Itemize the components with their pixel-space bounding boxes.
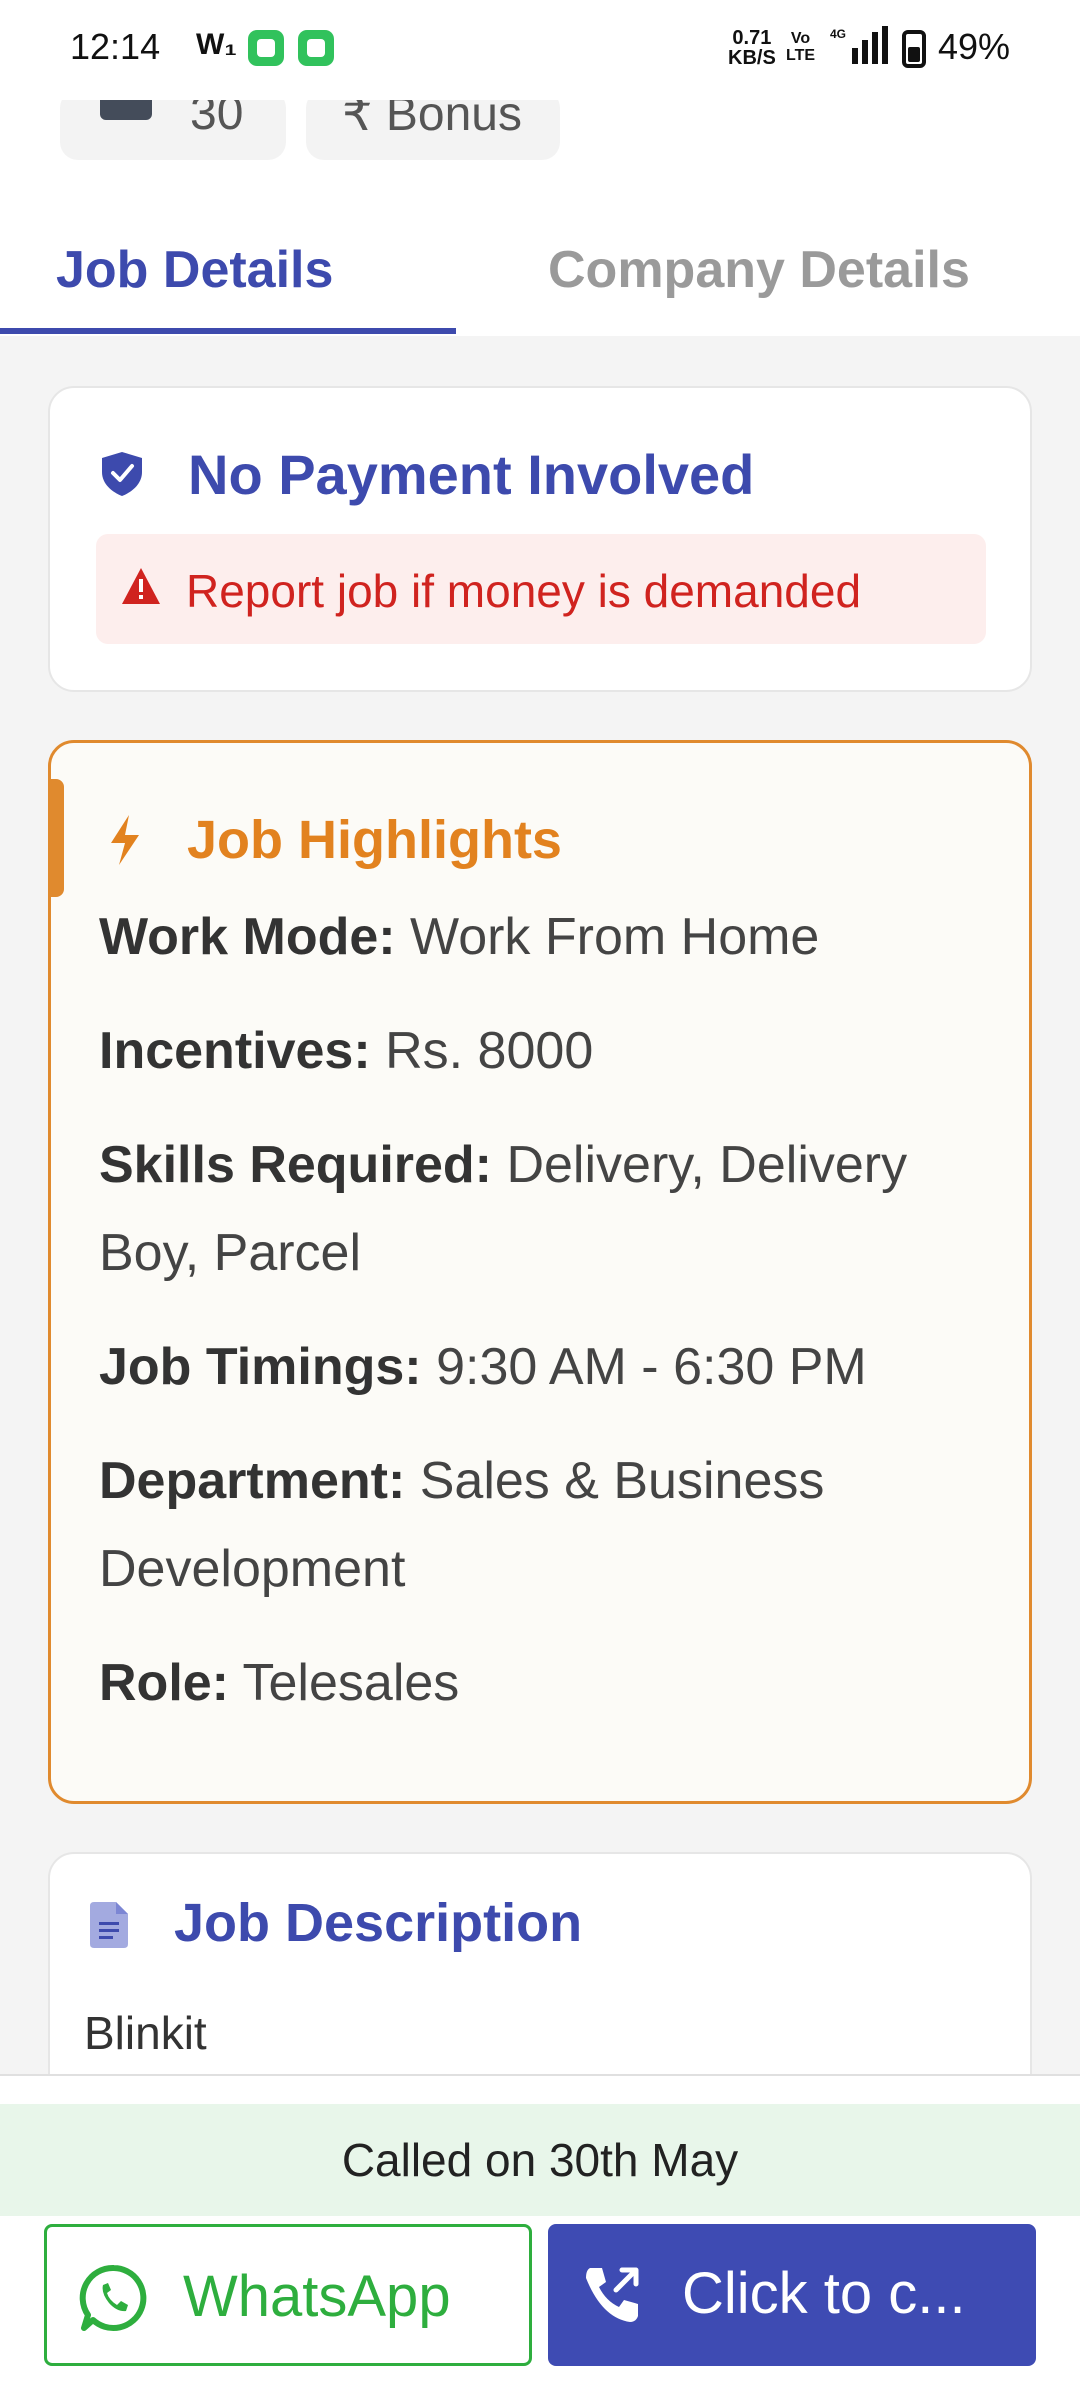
- highlight-incentives: Incentives: Rs. 8000: [99, 1007, 999, 1095]
- svg-text:4G: 4G: [830, 27, 846, 41]
- description-text: Blinkit: [84, 2007, 207, 2059]
- whatsapp-button[interactable]: WhatsApp: [44, 2224, 532, 2366]
- highlight-skills: Skills Required: Delivery, Delivery Boy,…: [99, 1121, 999, 1297]
- volte-bottom: LTE: [786, 47, 816, 64]
- status-time: 12:14: [70, 26, 161, 67]
- highlight-key: Role:: [99, 1654, 229, 1712]
- highlight-value: Work From Home: [410, 908, 820, 966]
- warning-text: Report job if money is demanded: [186, 565, 862, 617]
- tab-bar: Job Details Company Details: [0, 240, 1080, 336]
- tab-company-details[interactable]: Company Details: [548, 240, 970, 300]
- highlight-department: Department: Sales & Business Development: [99, 1437, 999, 1613]
- whatsapp-label: WhatsApp: [183, 2264, 451, 2329]
- highlight-key: Skills Required:: [99, 1136, 492, 1194]
- highlights-title: Job Highlights: [187, 810, 562, 870]
- bolt-icon: [111, 815, 139, 865]
- warning-icon: [122, 568, 160, 604]
- highlight-key: Work Mode:: [99, 908, 396, 966]
- warning-banner[interactable]: Report job if money is demanded: [96, 534, 986, 644]
- speed-value: 0.71: [732, 27, 772, 49]
- bottom-action-bar: Called on 30th May WhatsApp Click to c..…: [0, 2074, 1080, 2402]
- tab-job-details[interactable]: Job Details: [56, 240, 333, 300]
- speed-unit: KB/S: [728, 47, 776, 69]
- call-label: Click to c...: [682, 2261, 966, 2326]
- battery-percent: 49%: [938, 26, 1011, 67]
- highlight-value: Rs. 8000: [385, 1022, 594, 1080]
- phone-call-icon: [586, 2267, 639, 2322]
- volte-top: Vo: [790, 30, 811, 47]
- info-chip-openings: 30: [60, 87, 286, 160]
- highlight-timings: Job Timings: 9:30 AM - 6:30 PM: [99, 1323, 999, 1411]
- status-bar: 12:14 W₁ 0.71 KB/S Vo LTE 4G 49%: [0, 0, 1080, 100]
- highlight-work-mode: Work Mode: Work From Home: [99, 893, 999, 981]
- highlight-value: 9:30 AM - 6:30 PM: [436, 1338, 867, 1396]
- info-chip-bonus: ₹ Bonus: [306, 88, 560, 160]
- app-notification-icon: [248, 30, 284, 66]
- description-title: Job Description: [174, 1893, 583, 1953]
- highlight-key: Incentives:: [99, 1022, 371, 1080]
- volte-indicator: Vo LTE: [786, 30, 815, 64]
- wifi-calling-icon: W₁: [196, 28, 237, 61]
- phone-notification-icon: [298, 30, 334, 66]
- document-icon: [90, 1902, 128, 1948]
- signal-icon: 4G: [830, 26, 888, 64]
- highlight-value: Telesales: [242, 1654, 460, 1712]
- whatsapp-icon: [79, 2264, 147, 2331]
- highlight-role: Role: Telesales: [99, 1639, 999, 1727]
- highlight-key: Department:: [99, 1452, 406, 1510]
- shield-icon: [102, 452, 142, 496]
- called-status: Called on 30th May: [0, 2104, 1080, 2216]
- job-highlights-card: Job Highlights Work Mode: Work From Home…: [48, 740, 1032, 1804]
- highlight-key: Job Timings:: [99, 1338, 422, 1396]
- highlight-accent-bar: [48, 779, 64, 897]
- network-speed: 0.71 KB/S: [728, 28, 776, 68]
- safety-card: No Payment Involved Report job if money …: [48, 386, 1032, 692]
- tab-indicator: [0, 328, 456, 334]
- battery-icon: [902, 30, 926, 68]
- call-button[interactable]: Click to c...: [548, 2224, 1036, 2366]
- safety-title: No Payment Involved: [188, 443, 755, 506]
